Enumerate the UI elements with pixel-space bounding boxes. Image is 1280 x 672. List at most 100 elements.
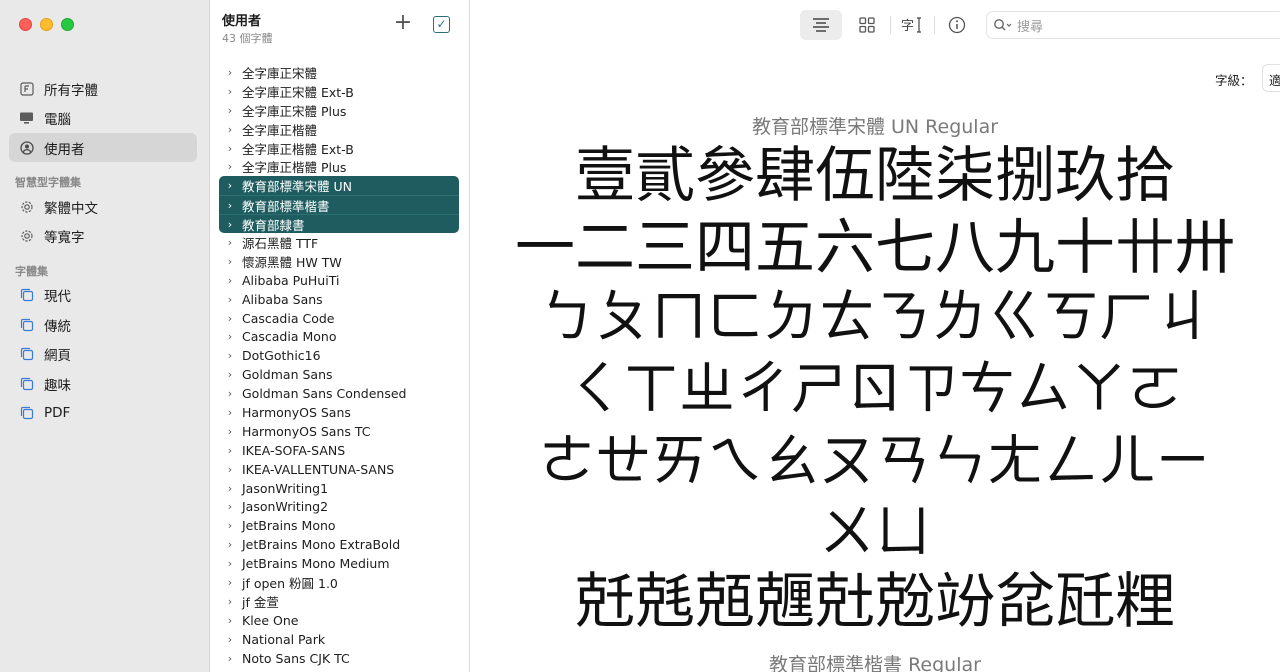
chevron-right-icon[interactable]: › <box>225 123 235 136</box>
validate-fonts-button[interactable]: ✓ <box>433 16 450 33</box>
add-font-button[interactable]: + <box>393 12 413 34</box>
font-family-row[interactable]: › jf 金萱 <box>219 592 459 611</box>
info-button[interactable] <box>936 10 978 40</box>
font-family-row[interactable]: › JetBrains Mono Medium <box>219 554 459 573</box>
chevron-right-icon[interactable]: › <box>225 576 235 589</box>
font-family-row[interactable]: › 全字庫正楷體 Ext-B <box>219 139 459 158</box>
chevron-right-icon[interactable]: › <box>225 349 235 362</box>
font-family-row[interactable]: › HarmonyOS Sans TC <box>219 422 459 441</box>
font-family-row[interactable]: › National Park <box>219 630 459 649</box>
font-family-row[interactable]: › Goldman Sans <box>219 365 459 384</box>
maximize-window-button[interactable] <box>61 18 74 31</box>
chevron-right-icon[interactable]: › <box>225 500 235 513</box>
sidebar-item-all-fonts[interactable]: 所有字體 <box>9 74 197 103</box>
align-center-icon <box>813 18 829 32</box>
chevron-right-icon[interactable]: › <box>225 557 235 570</box>
font-family-name: 源石黑體 TTF <box>242 235 319 251</box>
chevron-right-icon[interactable]: › <box>225 274 235 287</box>
chevron-right-icon[interactable]: › <box>225 463 235 476</box>
chevron-right-icon[interactable]: › <box>225 368 235 381</box>
chevron-right-icon[interactable]: › <box>225 312 235 325</box>
sidebar-item-label: 網頁 <box>44 348 71 364</box>
chevron-right-icon[interactable]: › <box>225 218 235 231</box>
sidebar-item-monospace[interactable]: 等寬字 <box>9 222 197 251</box>
sidebar-item-traditional[interactable]: 傳統 <box>9 310 197 339</box>
sidebar-list: 所有字體 電腦 使用者 智慧型字體集 繁體中文 等寬字 字體集 現代 傳統 網頁… <box>9 74 197 428</box>
font-family-row[interactable]: › Alibaba Sans <box>219 290 459 309</box>
sample-line-bopomofo-1: ㄅㄆㄇㄈㄉㄊㄋㄌㄍㄎㄏㄐ <box>539 285 1211 350</box>
font-family-row[interactable]: › 全字庫正宋體 Plus <box>219 101 459 120</box>
sidebar-item-web[interactable]: 網頁 <box>9 340 197 369</box>
font-family-row[interactable]: › 源石黑體 TTF <box>219 233 459 252</box>
chevron-right-icon[interactable]: › <box>225 538 235 551</box>
chevron-right-icon[interactable]: › <box>225 652 235 665</box>
font-family-row[interactable]: › JetBrains Mono <box>219 516 459 535</box>
font-list-title: 使用者 <box>222 14 262 29</box>
minimize-window-button[interactable] <box>40 18 53 31</box>
sample-view-button[interactable] <box>800 10 842 40</box>
chevron-right-icon[interactable]: › <box>225 425 235 438</box>
font-family-row[interactable]: › IKEA-SOFA-SANS <box>219 441 459 460</box>
font-family-row[interactable]: › Klee One <box>219 611 459 630</box>
sidebar-item-fun[interactable]: 趣味 <box>9 369 197 398</box>
font-family-row[interactable]: › Alibaba PuHuiTi <box>219 271 459 290</box>
chevron-right-icon[interactable]: › <box>225 179 235 192</box>
font-family-name: 教育部標準楷書 <box>242 198 330 214</box>
font-family-row[interactable]: › IKEA-VALLENTUNA-SANS <box>219 460 459 479</box>
sidebar-item-label: 現代 <box>44 289 71 305</box>
sidebar-item-modern[interactable]: 現代 <box>9 281 197 310</box>
font-family-row[interactable]: › 全字庫正宋體 Ext-B <box>219 82 459 101</box>
font-family-row[interactable]: › jf open 粉圓 1.0 <box>219 573 459 592</box>
font-family-row[interactable]: › JetBrains Mono ExtraBold <box>219 535 459 554</box>
chevron-right-icon[interactable]: › <box>225 614 235 627</box>
sidebar-item-traditional-chinese[interactable]: 繁體中文 <box>9 192 197 221</box>
chevron-right-icon[interactable]: › <box>225 255 235 268</box>
font-family-row[interactable]: › Cascadia Code <box>219 309 459 328</box>
font-family-row[interactable]: › 教育部標準宋體 UN <box>219 176 459 196</box>
font-family-row[interactable]: › 懷源黑體 HW TW <box>219 252 459 271</box>
font-list-header: 使用者 43 個字體 <box>222 10 273 46</box>
font-family-row[interactable]: › 全字庫正宋體 <box>219 63 459 82</box>
chevron-right-icon[interactable]: › <box>225 160 235 173</box>
font-family-row[interactable]: › 教育部標準楷書 <box>219 195 459 215</box>
font-family-name: 全字庫正宋體 <box>242 65 318 81</box>
sample-line-bopomofo-2: ㄑㄒㄓㄔㄕㄖㄗㄘㄙㄚㄛ <box>567 357 1183 422</box>
sidebar-item-user[interactable]: 使用者 <box>9 133 197 162</box>
font-family-row[interactable]: › HarmonyOS Sans <box>219 403 459 422</box>
chevron-right-icon[interactable]: › <box>225 85 235 98</box>
search-field[interactable]: 搜尋 <box>986 11 1280 39</box>
chevron-right-icon[interactable]: › <box>225 199 235 212</box>
custom-text-button[interactable]: 字 <box>892 10 934 40</box>
font-family-name: 全字庫正楷體 Ext-B <box>242 141 354 157</box>
font-count: 43 個字體 <box>222 32 273 45</box>
font-family-row[interactable]: › Noto Sans CJK TC <box>219 649 459 668</box>
chevron-right-icon[interactable]: › <box>225 330 235 343</box>
chevron-right-icon[interactable]: › <box>225 387 235 400</box>
font-family-row[interactable]: › Goldman Sans Condensed <box>219 384 459 403</box>
font-family-row[interactable]: › 全字庫正楷體 <box>219 120 459 139</box>
svg-text:字: 字 <box>901 19 914 34</box>
font-family-row[interactable]: › DotGothic16 <box>219 346 459 365</box>
chevron-right-icon[interactable]: › <box>225 519 235 532</box>
font-family-row[interactable]: › JasonWriting1 <box>219 479 459 498</box>
chevron-right-icon[interactable]: › <box>225 104 235 117</box>
font-family-row[interactable]: › 教育部隸書 <box>219 214 459 234</box>
chevron-right-icon[interactable]: › <box>225 633 235 646</box>
chevron-right-icon[interactable]: › <box>225 444 235 457</box>
chevron-right-icon[interactable]: › <box>225 236 235 249</box>
chevron-right-icon[interactable]: › <box>225 293 235 306</box>
font-family-row[interactable]: › JasonWriting2 <box>219 497 459 516</box>
close-window-button[interactable] <box>19 18 32 31</box>
chevron-right-icon[interactable]: › <box>225 595 235 608</box>
font-family-row[interactable]: › 全字庫正楷體 Plus <box>219 157 459 176</box>
chevron-right-icon[interactable]: › <box>225 482 235 495</box>
chevron-right-icon[interactable]: › <box>225 66 235 79</box>
grid-view-button[interactable] <box>846 10 888 40</box>
font-family-row[interactable]: › Cascadia Mono <box>219 327 459 346</box>
sidebar-item-computer[interactable]: 電腦 <box>9 104 197 133</box>
chevron-right-icon[interactable]: › <box>225 142 235 155</box>
size-select[interactable]: 適合視窗 <box>1262 64 1280 92</box>
sidebar-item-pdf[interactable]: PDF <box>9 399 197 428</box>
chevron-right-icon[interactable]: › <box>225 406 235 419</box>
toolbar-separator <box>934 16 935 34</box>
